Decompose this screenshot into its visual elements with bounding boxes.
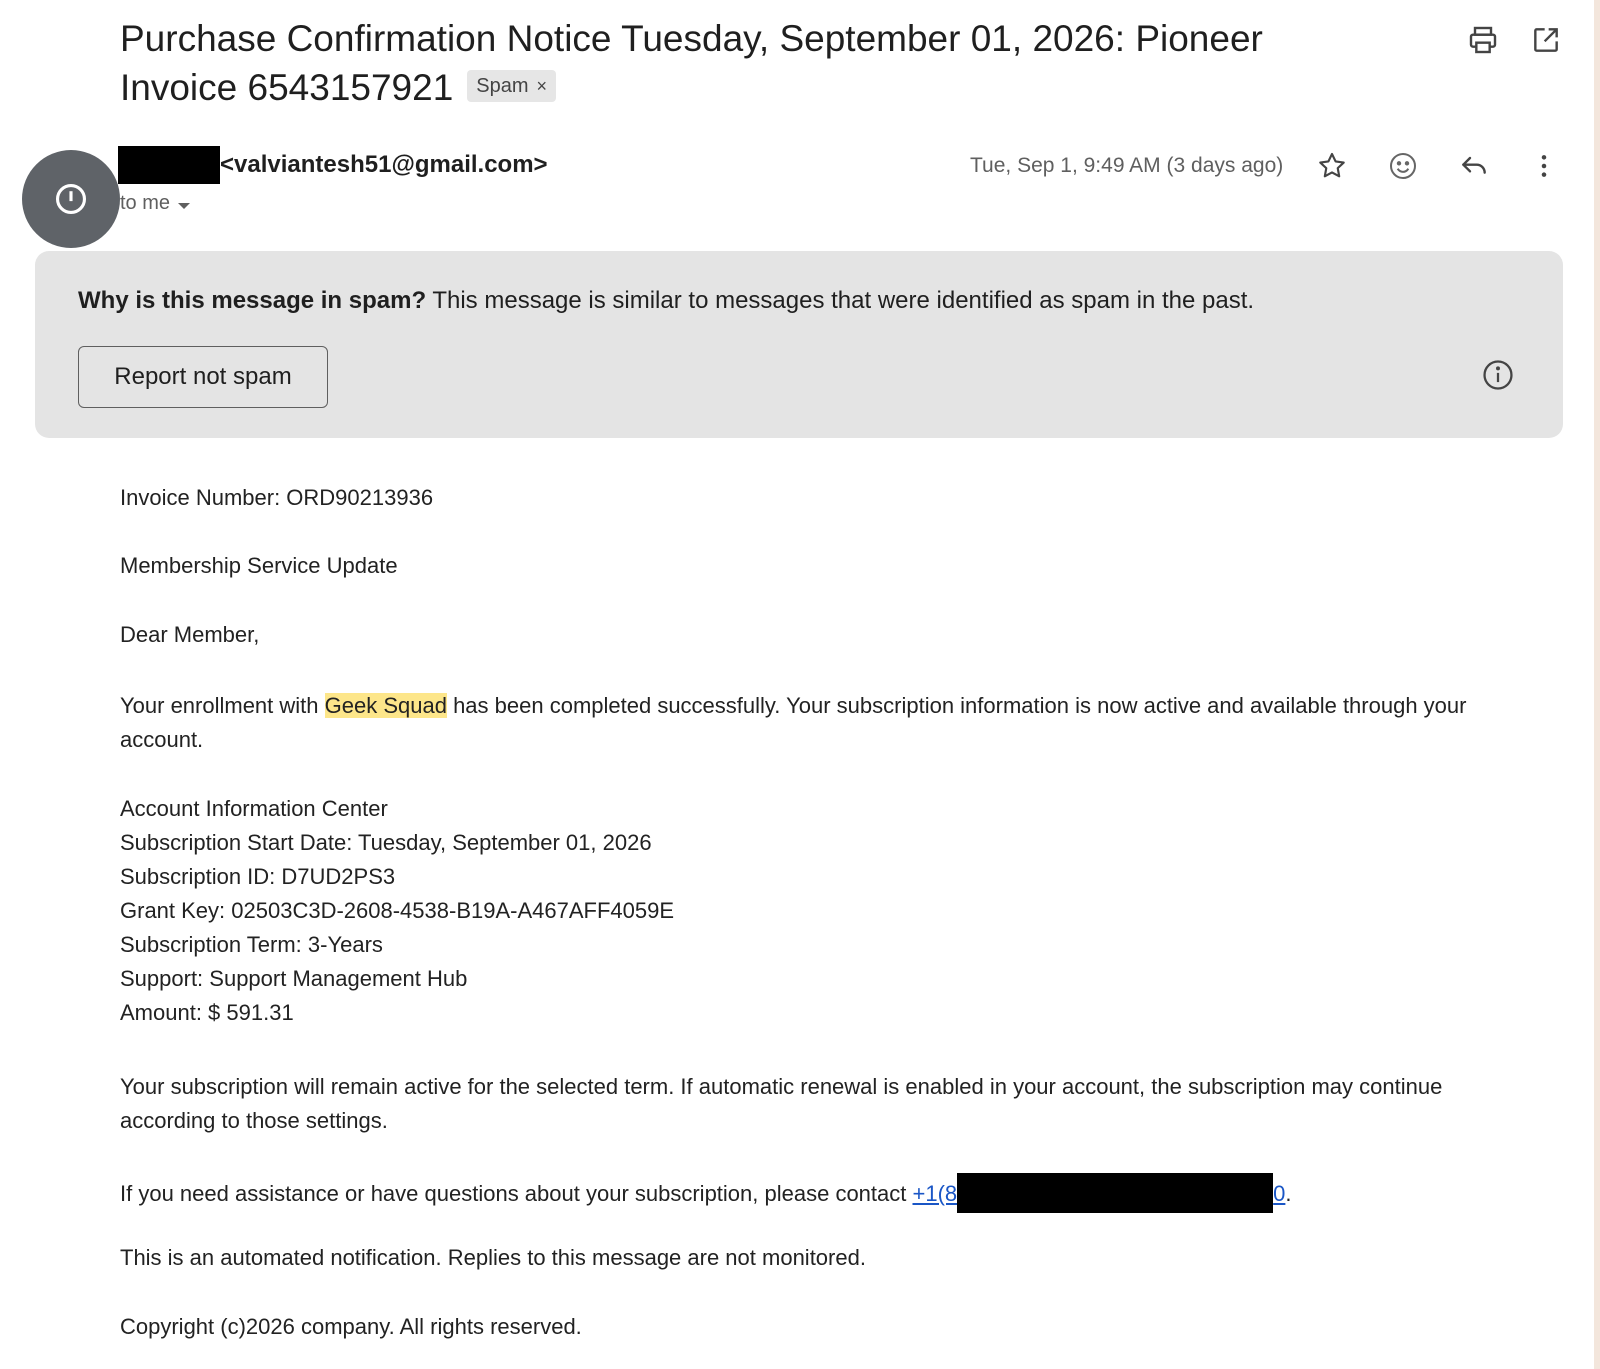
account-details: Account Information Center Subscription … bbox=[120, 792, 1540, 1030]
sender-avatar[interactable] bbox=[22, 150, 120, 248]
detail-line: Amount: $ 591.31 bbox=[120, 1000, 294, 1025]
star-icon[interactable] bbox=[1314, 148, 1350, 184]
message-date: Tue, Sep 1, 9:49 AM (3 days ago) bbox=[970, 154, 1284, 177]
contact-paragraph: If you need assistance or have questions… bbox=[120, 1173, 1540, 1213]
phone-link-end: 0 bbox=[1273, 1181, 1286, 1206]
detail-line: Subscription Start Date: Tuesday, Septem… bbox=[120, 830, 652, 855]
detail-line: Subscription ID: D7UD2PS3 bbox=[120, 864, 396, 889]
remove-label-icon[interactable]: × bbox=[537, 76, 548, 96]
detail-line: Account Information Center bbox=[120, 796, 388, 821]
sender-email[interactable]: <valviantesh51@gmail.com> bbox=[220, 151, 548, 179]
contact-period: . bbox=[1285, 1181, 1292, 1206]
contact-text: If you need assistance or have questions… bbox=[120, 1181, 913, 1206]
phone-link[interactable]: +1(8 0 bbox=[912, 1173, 1286, 1213]
reply-icon[interactable] bbox=[1456, 148, 1492, 184]
warning-icon bbox=[55, 183, 87, 215]
automated-notice: This is an automated notification. Repli… bbox=[120, 1245, 866, 1270]
email-subject: Purchase Confirmation Notice Tuesday, Se… bbox=[120, 14, 1360, 112]
info-icon[interactable] bbox=[1481, 358, 1515, 392]
redacted-sender-name bbox=[118, 146, 220, 184]
greeting: Dear Member, bbox=[120, 622, 260, 647]
spam-label-text: Spam bbox=[476, 75, 529, 97]
spam-explanation: Why is this message in spam? This messag… bbox=[78, 287, 1254, 315]
emoji-icon[interactable] bbox=[1385, 148, 1421, 184]
spam-label-chip: Spam × bbox=[467, 70, 557, 102]
spam-warning-banner: Why is this message in spam? This messag… bbox=[35, 251, 1563, 438]
subject-text: Purchase Confirmation Notice Tuesday, Se… bbox=[120, 18, 1263, 108]
sender-line: <valviantesh51@gmail.com> bbox=[118, 146, 548, 184]
phone-link-start: +1(8 bbox=[912, 1181, 958, 1206]
print-icon[interactable] bbox=[1467, 24, 1499, 56]
detail-line: Subscription Term: 3-Years bbox=[120, 932, 383, 957]
detail-line: Support: Support Management Hub bbox=[120, 966, 468, 991]
recipient-text: to me bbox=[120, 192, 171, 214]
renewal-paragraph: Your subscription will remain active for… bbox=[120, 1074, 1443, 1133]
redacted-phone-number bbox=[957, 1173, 1274, 1213]
recipient-details-toggle[interactable]: to me bbox=[120, 192, 191, 215]
spam-banner-title: Why is this message in spam? bbox=[78, 287, 427, 314]
chevron-down-icon bbox=[178, 202, 191, 209]
invoice-number: Invoice Number: ORD90213936 bbox=[120, 485, 434, 510]
enrollment-text-start: Your enrollment with bbox=[120, 693, 325, 718]
copyright: Copyright (c)2026 company. All rights re… bbox=[120, 1314, 582, 1339]
membership-update: Membership Service Update bbox=[120, 553, 398, 578]
open-in-new-window-icon[interactable] bbox=[1530, 24, 1562, 56]
more-vert-icon[interactable] bbox=[1526, 148, 1562, 184]
enrollment-paragraph: Your enrollment with Geek Squad has been… bbox=[120, 689, 1540, 757]
right-edge-strip bbox=[1594, 0, 1600, 1369]
detail-line: Grant Key: 02503C3D-2608-4538-B19A-A467A… bbox=[120, 898, 675, 923]
spam-banner-text: This message is similar to messages that… bbox=[432, 287, 1255, 314]
highlighted-company: Geek Squad bbox=[324, 693, 447, 718]
report-not-spam-button[interactable]: Report not spam bbox=[78, 346, 328, 408]
